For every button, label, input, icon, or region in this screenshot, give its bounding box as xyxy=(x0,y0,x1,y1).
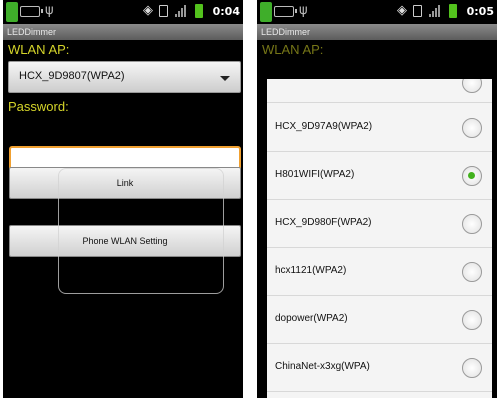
wlan-ap-dropdown[interactable]: HCX_9D9807(WPA2) xyxy=(8,61,241,93)
device-icon xyxy=(274,6,297,17)
radio-button-icon[interactable] xyxy=(462,262,482,282)
list-item[interactable]: hcx1121(WPA2) xyxy=(267,248,492,296)
app-title: LEDDimmer xyxy=(3,24,243,40)
radio-button-icon[interactable] xyxy=(462,358,482,378)
wlan-ap-picker-dialog: HCX_9D97A9(WPA2) H801WIFI(WPA2) HCX_9D98… xyxy=(267,79,492,398)
network-name: HCX_9D97A9(WPA2) xyxy=(275,121,373,132)
usb-icon: ψ xyxy=(45,3,54,18)
wlan-ap-value: HCX_9D9807(WPA2) xyxy=(19,70,125,82)
app-notification-icon xyxy=(260,2,272,22)
usb-icon: ψ xyxy=(299,3,308,18)
radio-button-icon[interactable] xyxy=(462,310,482,330)
phone-screen-right: ψ ◈ 0:05 LEDDimmer WLAN AP: HCX_9D97A9(W… xyxy=(257,0,497,398)
password-label: Password: xyxy=(8,99,69,114)
phone-screen-left: ψ ◈ 0:04 LEDDimmer WLAN AP: HCX_9D9807(W… xyxy=(3,0,243,398)
wifi-icon: ◈ xyxy=(143,3,153,18)
signal-icon xyxy=(429,5,441,17)
device-icon xyxy=(20,6,43,17)
clock: 0:05 xyxy=(466,5,494,18)
list-item-partial[interactable] xyxy=(267,79,492,103)
list-item[interactable]: HCX_9D97A9(WPA2) xyxy=(267,104,492,152)
list-item[interactable]: ChinaNet-x3xg(WPA) xyxy=(267,344,492,392)
radio-button-checked-icon[interactable] xyxy=(462,166,482,186)
highlight-frame xyxy=(58,168,224,294)
battery-icon xyxy=(449,4,457,18)
network-name: HCX_9D980F(WPA2) xyxy=(275,217,372,228)
signal-icon xyxy=(175,5,187,17)
list-item[interactable]: H801WIFI(WPA2) xyxy=(267,152,492,200)
network-name: ChinaNet-x3xg(WPA) xyxy=(275,361,370,372)
network-name: hcx1121(WPA2) xyxy=(275,265,347,276)
status-bar: ψ ◈ 0:04 xyxy=(3,0,243,24)
status-bar: ψ ◈ 0:05 xyxy=(257,0,497,24)
chevron-down-icon xyxy=(220,76,230,81)
radio-button-icon[interactable] xyxy=(462,118,482,138)
list-item[interactable]: dopower(WPA2) xyxy=(267,296,492,344)
data-icon xyxy=(159,5,168,17)
battery-icon xyxy=(195,4,203,18)
list-item[interactable]: HCX_9D980F(WPA2) xyxy=(267,200,492,248)
wlan-label: WLAN AP: xyxy=(8,42,70,57)
data-icon xyxy=(413,5,422,17)
clock: 0:04 xyxy=(212,5,240,18)
network-name: dopower(WPA2) xyxy=(275,313,348,324)
radio-button-icon[interactable] xyxy=(462,79,482,93)
network-name: H801WIFI(WPA2) xyxy=(275,169,355,180)
app-title: LEDDimmer xyxy=(257,24,497,40)
wifi-icon: ◈ xyxy=(397,3,407,18)
radio-button-icon[interactable] xyxy=(462,214,482,234)
app-notification-icon xyxy=(6,2,18,22)
